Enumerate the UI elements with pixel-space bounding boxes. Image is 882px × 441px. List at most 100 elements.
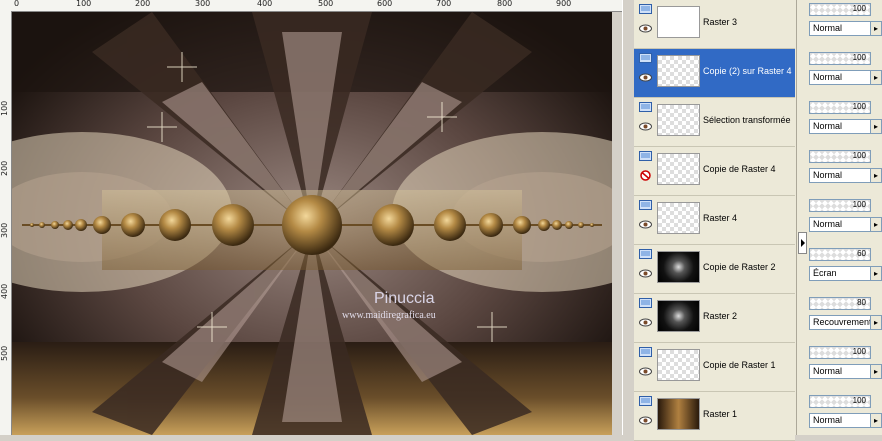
opacity-slider[interactable]: 100 <box>809 150 871 163</box>
layer-name: Raster 1 <box>703 409 738 419</box>
opacity-value: 100 <box>852 4 866 13</box>
opacity-value: 80 <box>857 298 866 307</box>
visibility-eye-icon[interactable] <box>639 220 652 229</box>
blend-mode-select[interactable]: Recouvrement ▸ <box>809 315 882 330</box>
ruler-label: 300 <box>195 0 211 8</box>
visibility-eye-icon[interactable] <box>639 318 652 327</box>
visibility-eye-icon[interactable] <box>639 416 652 425</box>
layer-thumbnail <box>657 104 700 136</box>
raster-layer-icon <box>639 396 652 406</box>
layer-thumbnail <box>657 6 700 38</box>
opacity-slider[interactable]: 100 <box>809 101 871 114</box>
ruler-label: 700 <box>436 0 452 8</box>
opacity-slider[interactable]: 60 <box>809 248 871 261</box>
blend-mode-select[interactable]: Normal ▸ <box>809 217 882 232</box>
watermark-title: Pinuccia <box>374 290 435 307</box>
raster-layer-icon <box>639 200 652 210</box>
layer-row[interactable]: Raster 4 <box>634 196 795 245</box>
ruler-label: 400 <box>0 283 9 299</box>
dropdown-arrow-icon[interactable]: ▸ <box>870 413 882 428</box>
visibility-eye-icon[interactable] <box>639 122 652 131</box>
layer-thumbnail <box>657 251 700 283</box>
layer-thumbnail <box>657 300 700 332</box>
horizontal-ruler: 0 100 200 300 400 500 600 700 800 900 <box>0 0 622 12</box>
layer-row[interactable]: Raster 2 <box>634 294 795 343</box>
opacity-value: 100 <box>852 347 866 356</box>
opacity-slider[interactable]: 100 <box>809 395 871 408</box>
blend-mode-value: Écran <box>813 268 837 278</box>
blend-mode-value: Normal <box>813 170 843 180</box>
dropdown-arrow-icon[interactable]: ▸ <box>870 315 882 330</box>
layer-row[interactable]: Copie de Raster 4 <box>634 147 795 196</box>
visibility-eye-icon[interactable] <box>639 269 652 278</box>
blend-mode-select[interactable]: Normal ▸ <box>809 168 882 183</box>
ruler-label: 100 <box>76 0 92 8</box>
layer-row[interactable]: Copie (2) sur Raster 4 <box>634 49 795 98</box>
ruler-label: 800 <box>497 0 513 8</box>
image-canvas[interactable]: Pinuccia www.maidiregrafica.eu <box>12 12 612 435</box>
raster-layer-icon <box>639 53 652 63</box>
opacity-value: 100 <box>852 53 866 62</box>
ruler-label: 200 <box>0 160 9 176</box>
layer-row[interactable]: Copie de Raster 2 <box>634 245 795 294</box>
opacity-value: 100 <box>852 102 866 111</box>
blend-mode-select[interactable]: Normal ▸ <box>809 364 882 379</box>
blend-mode-value: Recouvrement <box>813 317 872 327</box>
layer-row[interactable]: Raster 1 <box>634 392 795 441</box>
opacity-value: 100 <box>852 151 866 160</box>
opacity-slider[interactable]: 100 <box>809 199 871 212</box>
layer-row[interactable]: Sélection transformée <box>634 98 795 147</box>
layer-name: Raster 4 <box>703 213 738 223</box>
blend-mode-value: Normal <box>813 121 843 131</box>
layers-palette: Raster 3 Copie (2) sur Raster 4 Sélection … <box>634 0 796 441</box>
hidden-layer-icon[interactable] <box>639 170 652 181</box>
ruler-label: 100 <box>0 100 9 116</box>
blend-mode-select[interactable]: Normal ▸ <box>809 413 882 428</box>
layer-thumbnail <box>657 202 700 234</box>
ruler-label: 600 <box>377 0 393 8</box>
layer-name: Copie de Raster 4 <box>703 164 776 174</box>
raster-layer-icon <box>639 151 652 161</box>
palette-scroll-strip[interactable] <box>797 0 807 435</box>
layer-thumbnail <box>657 398 700 430</box>
opacity-value: 100 <box>852 200 866 209</box>
collapse-arrow-icon[interactable] <box>798 232 807 254</box>
opacity-slider[interactable]: 100 <box>809 346 871 359</box>
opacity-slider[interactable]: 80 <box>809 297 871 310</box>
opacity-slider[interactable]: 100 <box>809 3 871 16</box>
dropdown-arrow-icon[interactable]: ▸ <box>870 168 882 183</box>
blend-mode-value: Normal <box>813 72 843 82</box>
opacity-slider[interactable]: 100 <box>809 52 871 65</box>
dropdown-arrow-icon[interactable]: ▸ <box>870 217 882 232</box>
layer-thumbnail <box>657 55 700 87</box>
blend-mode-select[interactable]: Écran ▸ <box>809 266 882 281</box>
ruler-label: 500 <box>0 345 9 361</box>
dropdown-arrow-icon[interactable]: ▸ <box>870 364 882 379</box>
dropdown-arrow-icon[interactable]: ▸ <box>870 70 882 85</box>
ruler-label: 300 <box>0 222 9 238</box>
layer-name: Copie de Raster 2 <box>703 262 776 272</box>
layer-row[interactable]: Copie de Raster 1 <box>634 343 795 392</box>
blend-mode-select[interactable]: Normal ▸ <box>809 119 882 134</box>
blend-mode-value: Normal <box>813 415 843 425</box>
blend-mode-value: Normal <box>813 23 843 33</box>
canvas-margin <box>612 12 622 435</box>
blend-mode-select[interactable]: Normal ▸ <box>809 70 882 85</box>
blend-mode-value: Normal <box>813 366 843 376</box>
visibility-eye-icon[interactable] <box>639 24 652 33</box>
ruler-label: 500 <box>318 0 334 8</box>
raster-layer-icon <box>639 4 652 14</box>
raster-layer-icon <box>639 102 652 112</box>
raster-layer-icon <box>639 249 652 259</box>
visibility-eye-icon[interactable] <box>639 73 652 82</box>
dropdown-arrow-icon[interactable]: ▸ <box>870 119 882 134</box>
layer-name: Copie (2) sur Raster 4 <box>701 65 794 77</box>
dropdown-arrow-icon[interactable]: ▸ <box>870 266 882 281</box>
layer-properties-column: 100 Normal ▸ 100 Normal ▸ 100 Normal ▸ 100 Normal ▸… <box>796 0 882 435</box>
layer-name: Raster 3 <box>703 17 738 27</box>
layer-row[interactable]: Raster 3 <box>634 0 795 49</box>
blend-mode-select[interactable]: Normal ▸ <box>809 21 882 36</box>
opacity-value: 100 <box>852 396 866 405</box>
dropdown-arrow-icon[interactable]: ▸ <box>870 21 882 36</box>
visibility-eye-icon[interactable] <box>639 367 652 376</box>
